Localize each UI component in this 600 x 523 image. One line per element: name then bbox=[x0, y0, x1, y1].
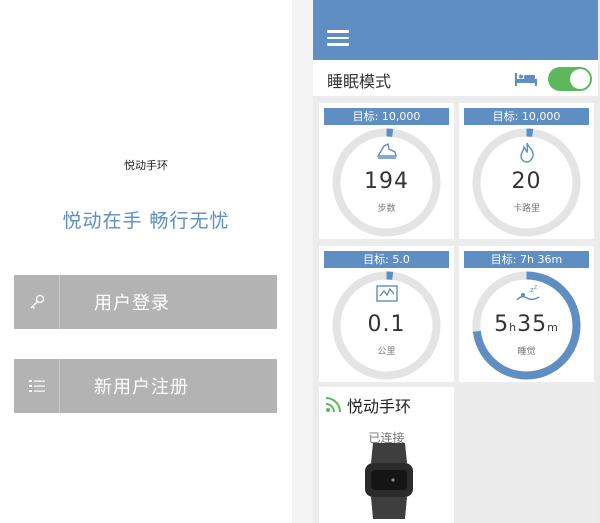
shoe-icon bbox=[376, 142, 397, 159]
key-icon bbox=[14, 275, 60, 329]
steps-goal: 目标: 10,000 bbox=[324, 108, 449, 125]
distance-unit: 公里 bbox=[377, 347, 396, 357]
wristband-image bbox=[365, 443, 413, 519]
steps-card[interactable]: 目标: 10,000 194 步数 bbox=[319, 103, 454, 239]
sleep-icon: z z bbox=[516, 284, 540, 301]
register-label: 新用户注册 bbox=[94, 377, 189, 398]
login-button[interactable]: 用户登录 bbox=[14, 275, 277, 329]
sleep-hours-unit: h bbox=[509, 321, 518, 334]
device-card[interactable]: 悦动手环 已连接 bbox=[319, 387, 454, 523]
welcome-screen: 悦动手环 悦动在手 畅行无忧 用户登录 新用户注册 bbox=[0, 0, 292, 523]
login-label: 用户登录 bbox=[94, 293, 170, 314]
sleep-value: 5h35m bbox=[459, 312, 594, 337]
sleep-hours: 5 bbox=[494, 312, 510, 337]
sleep-minutes: 35 bbox=[517, 312, 548, 337]
chart-icon bbox=[376, 285, 398, 302]
wifi-icon bbox=[325, 397, 341, 413]
sleep-card[interactable]: 目标: 7h 36m z z 5h35m 睡觉 bbox=[459, 246, 594, 382]
slogan: 悦动在手 畅行无忧 bbox=[62, 210, 230, 232]
flame-icon bbox=[520, 142, 534, 163]
distance-value: 0.1 bbox=[367, 312, 406, 337]
calories-unit: 卡路里 bbox=[512, 204, 540, 214]
sleep-minutes-unit: m bbox=[547, 321, 559, 334]
sleep-unit: 睡觉 bbox=[517, 347, 536, 357]
device-name: 悦动手环 bbox=[347, 397, 412, 416]
steps-value: 194 bbox=[364, 169, 409, 194]
list-icon bbox=[14, 359, 60, 413]
sleep-mode-label: 睡眠模式 bbox=[327, 72, 392, 91]
steps-unit: 步数 bbox=[377, 204, 396, 214]
calories-goal: 目标: 10,000 bbox=[464, 108, 589, 125]
sleep-mode-toggle[interactable] bbox=[548, 67, 592, 91]
bed-icon bbox=[515, 73, 537, 86]
distance-goal: 目标: 5.0 bbox=[324, 251, 449, 268]
menu-icon[interactable] bbox=[327, 30, 349, 46]
sleep-goal: 目标: 7h 36m bbox=[464, 251, 589, 268]
calories-card[interactable]: 目标: 10,000 20 卡路里 bbox=[459, 103, 594, 239]
screen-divider bbox=[292, 0, 313, 523]
distance-card[interactable]: 目标: 5.0 0.1 公里 bbox=[319, 246, 454, 382]
toggle-knob bbox=[570, 69, 590, 89]
app-screenshots: 悦动手环 悦动在手 畅行无忧 用户登录 新用户注册 睡眠模式 目标: 10,00… bbox=[0, 0, 600, 523]
svg-text:z: z bbox=[534, 284, 537, 291]
sleep-mode-bar: 睡眠模式 bbox=[313, 60, 598, 96]
app-name: 悦动手环 bbox=[124, 159, 168, 172]
calories-value: 20 bbox=[511, 169, 542, 194]
dashboard-screen: 睡眠模式 目标: 10,000 194 步数 目标: 10,000 20 卡路里… bbox=[313, 0, 598, 523]
app-bar bbox=[313, 0, 598, 60]
register-button[interactable]: 新用户注册 bbox=[14, 359, 277, 413]
